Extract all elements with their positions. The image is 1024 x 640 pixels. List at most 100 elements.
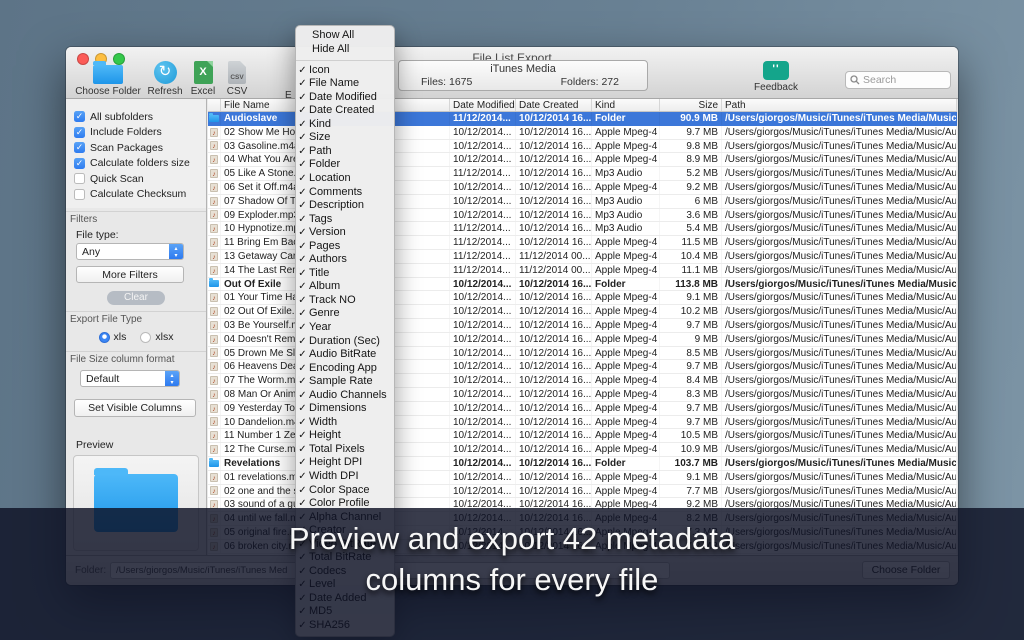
checkbox-quick-scan[interactable]: Quick Scan bbox=[74, 171, 206, 187]
audio-file-icon: ♪ bbox=[210, 404, 218, 413]
csv-toolbar-button[interactable]: CSV CSV bbox=[221, 61, 253, 97]
audio-file-icon: ♪ bbox=[210, 238, 218, 247]
kind-cell: Apple Mpeg-4 A... bbox=[592, 291, 660, 304]
menu-item-color-space[interactable]: ✓Color Space bbox=[296, 484, 394, 498]
path-cell: /Users/giorgos/Music/iTunes/iTunes Media… bbox=[722, 153, 957, 166]
audio-file-icon: ♪ bbox=[210, 376, 218, 385]
date-created-cell: 10/12/2014 16... bbox=[516, 374, 592, 387]
size-cell: 9.7 MB bbox=[660, 126, 722, 139]
menu-item-width[interactable]: ✓Width bbox=[296, 416, 394, 430]
size-cell: 103.7 MB bbox=[660, 457, 722, 470]
checkmark-icon: ✓ bbox=[296, 335, 309, 349]
menu-item-location[interactable]: ✓Location bbox=[296, 172, 394, 186]
radio-xlsx[interactable]: xlsx bbox=[140, 331, 173, 343]
column-header-kind[interactable]: Kind bbox=[592, 99, 660, 111]
menu-item-description[interactable]: ✓Description bbox=[296, 199, 394, 213]
files-count: Files: 1675 bbox=[421, 76, 472, 88]
excel-toolbar-button[interactable]: X Excel bbox=[187, 61, 219, 97]
menu-item-total-pixels[interactable]: ✓Total Pixels bbox=[296, 443, 394, 457]
search-input[interactable] bbox=[863, 74, 943, 86]
column-header-icon[interactable] bbox=[208, 99, 221, 111]
menu-item-label: Date Created bbox=[309, 104, 374, 118]
menu-item-label: Kind bbox=[309, 118, 331, 132]
search-icon bbox=[850, 75, 860, 85]
column-header-date-modified[interactable]: Date Modified bbox=[450, 99, 516, 111]
menu-item-label: Authors bbox=[309, 253, 347, 267]
search-field[interactable] bbox=[845, 71, 951, 89]
checkbox-checked-icon: ✓ bbox=[74, 142, 85, 153]
path-cell: /Users/giorgos/Music/iTunes/iTunes Media… bbox=[722, 222, 957, 235]
menu-item-audio-channels[interactable]: ✓Audio Channels bbox=[296, 389, 394, 403]
menu-action-hide-all[interactable]: Hide All bbox=[296, 43, 394, 57]
date-modified-cell: 10/12/2014... bbox=[450, 319, 516, 332]
set-visible-columns-button[interactable]: Set Visible Columns bbox=[74, 399, 196, 417]
menu-item-label: File Name bbox=[309, 77, 359, 91]
kind-cell: Apple Mpeg-4 A... bbox=[592, 443, 660, 456]
date-modified-cell: 11/12/2014... bbox=[450, 112, 516, 125]
checkmark-icon: ✓ bbox=[296, 429, 309, 443]
menu-item-file-name[interactable]: ✓File Name bbox=[296, 77, 394, 91]
checkmark-icon: ✓ bbox=[296, 402, 309, 416]
menu-item-dimensions[interactable]: ✓Dimensions bbox=[296, 402, 394, 416]
more-filters-button[interactable]: More Filters bbox=[76, 266, 184, 283]
menu-item-folder[interactable]: ✓Folder bbox=[296, 158, 394, 172]
menu-item-date-modified[interactable]: ✓Date Modified bbox=[296, 91, 394, 105]
date-modified-cell: 10/12/2014... bbox=[450, 195, 516, 208]
checkmark-icon: ✓ bbox=[296, 267, 309, 281]
feedback-toolbar-button[interactable]: '' Feedback bbox=[731, 61, 821, 93]
menu-item-width-dpi[interactable]: ✓Width DPI bbox=[296, 470, 394, 484]
menu-item-title[interactable]: ✓Title bbox=[296, 267, 394, 281]
menu-item-height-dpi[interactable]: ✓Height DPI bbox=[296, 456, 394, 470]
menu-item-version[interactable]: ✓Version bbox=[296, 226, 394, 240]
radio-xls[interactable]: xls bbox=[99, 331, 127, 343]
menu-item-label: Width bbox=[309, 416, 337, 430]
menu-action-show-all[interactable]: Show All bbox=[296, 29, 394, 43]
size-cell: 8.4 MB bbox=[660, 374, 722, 387]
divider bbox=[66, 211, 206, 212]
menu-item-pages[interactable]: ✓Pages bbox=[296, 240, 394, 254]
menu-item-year[interactable]: ✓Year bbox=[296, 321, 394, 335]
file-size-format-select[interactable]: Default ▴▾ bbox=[80, 370, 180, 387]
menu-item-size[interactable]: ✓Size bbox=[296, 131, 394, 145]
date-modified-cell: 10/12/2014... bbox=[450, 471, 516, 484]
menu-item-audio-bitrate[interactable]: ✓Audio BitRate bbox=[296, 348, 394, 362]
menu-item-label: Track NO bbox=[309, 294, 356, 308]
date-modified-cell: 10/12/2014... bbox=[450, 374, 516, 387]
audio-file-icon: ♪ bbox=[210, 169, 218, 178]
refresh-toolbar-button[interactable]: ↻ Refresh bbox=[143, 61, 187, 97]
checkbox-checked-icon: ✓ bbox=[74, 111, 85, 122]
column-header-path[interactable]: Path bbox=[722, 99, 957, 111]
menu-item-album[interactable]: ✓Album bbox=[296, 280, 394, 294]
menu-item-height[interactable]: ✓Height bbox=[296, 429, 394, 443]
menu-item-track-no[interactable]: ✓Track NO bbox=[296, 294, 394, 308]
column-header-size[interactable]: Size bbox=[660, 99, 722, 111]
checkmark-icon: ✓ bbox=[296, 294, 309, 308]
menu-item-genre[interactable]: ✓Genre bbox=[296, 307, 394, 321]
clear-button[interactable]: Clear bbox=[107, 291, 165, 305]
menu-item-sample-rate[interactable]: ✓Sample Rate bbox=[296, 375, 394, 389]
menu-item-kind[interactable]: ✓Kind bbox=[296, 118, 394, 132]
path-cell: /Users/giorgos/Music/iTunes/iTunes Media… bbox=[722, 209, 957, 222]
menu-item-label: Year bbox=[309, 321, 331, 335]
checkbox-scan-packages[interactable]: ✓Scan Packages bbox=[74, 140, 206, 156]
kind-cell: Folder bbox=[592, 278, 660, 291]
menu-item-path[interactable]: ✓Path bbox=[296, 145, 394, 159]
checkbox-calculate-folders-size[interactable]: ✓Calculate folders size bbox=[74, 156, 206, 172]
menu-item-icon[interactable]: ✓Icon bbox=[296, 64, 394, 78]
menu-item-duration-sec-[interactable]: ✓Duration (Sec) bbox=[296, 335, 394, 349]
menu-item-comments[interactable]: ✓Comments bbox=[296, 186, 394, 200]
checkbox-all-subfolders[interactable]: ✓All subfolders bbox=[74, 109, 206, 125]
menu-item-authors[interactable]: ✓Authors bbox=[296, 253, 394, 267]
date-created-cell: 10/12/2014 16... bbox=[516, 402, 592, 415]
checkbox-include-folders[interactable]: ✓Include Folders bbox=[74, 125, 206, 141]
checkbox-calculate-checksum[interactable]: Calculate Checksum bbox=[74, 187, 206, 203]
choose-folder-toolbar-button[interactable]: Choose Folder bbox=[72, 61, 144, 97]
audio-file-icon: ♪ bbox=[210, 307, 218, 316]
file-type-select[interactable]: Any ▴▾ bbox=[76, 243, 184, 260]
size-cell: 9.1 MB bbox=[660, 291, 722, 304]
menu-item-encoding-app[interactable]: ✓Encoding App bbox=[296, 362, 394, 376]
menu-item-tags[interactable]: ✓Tags bbox=[296, 213, 394, 227]
column-header-date-created[interactable]: Date Created bbox=[516, 99, 592, 111]
menu-item-date-created[interactable]: ✓Date Created bbox=[296, 104, 394, 118]
scan-info-box: iTunes Media Files: 1675 Folders: 272 bbox=[398, 60, 648, 91]
